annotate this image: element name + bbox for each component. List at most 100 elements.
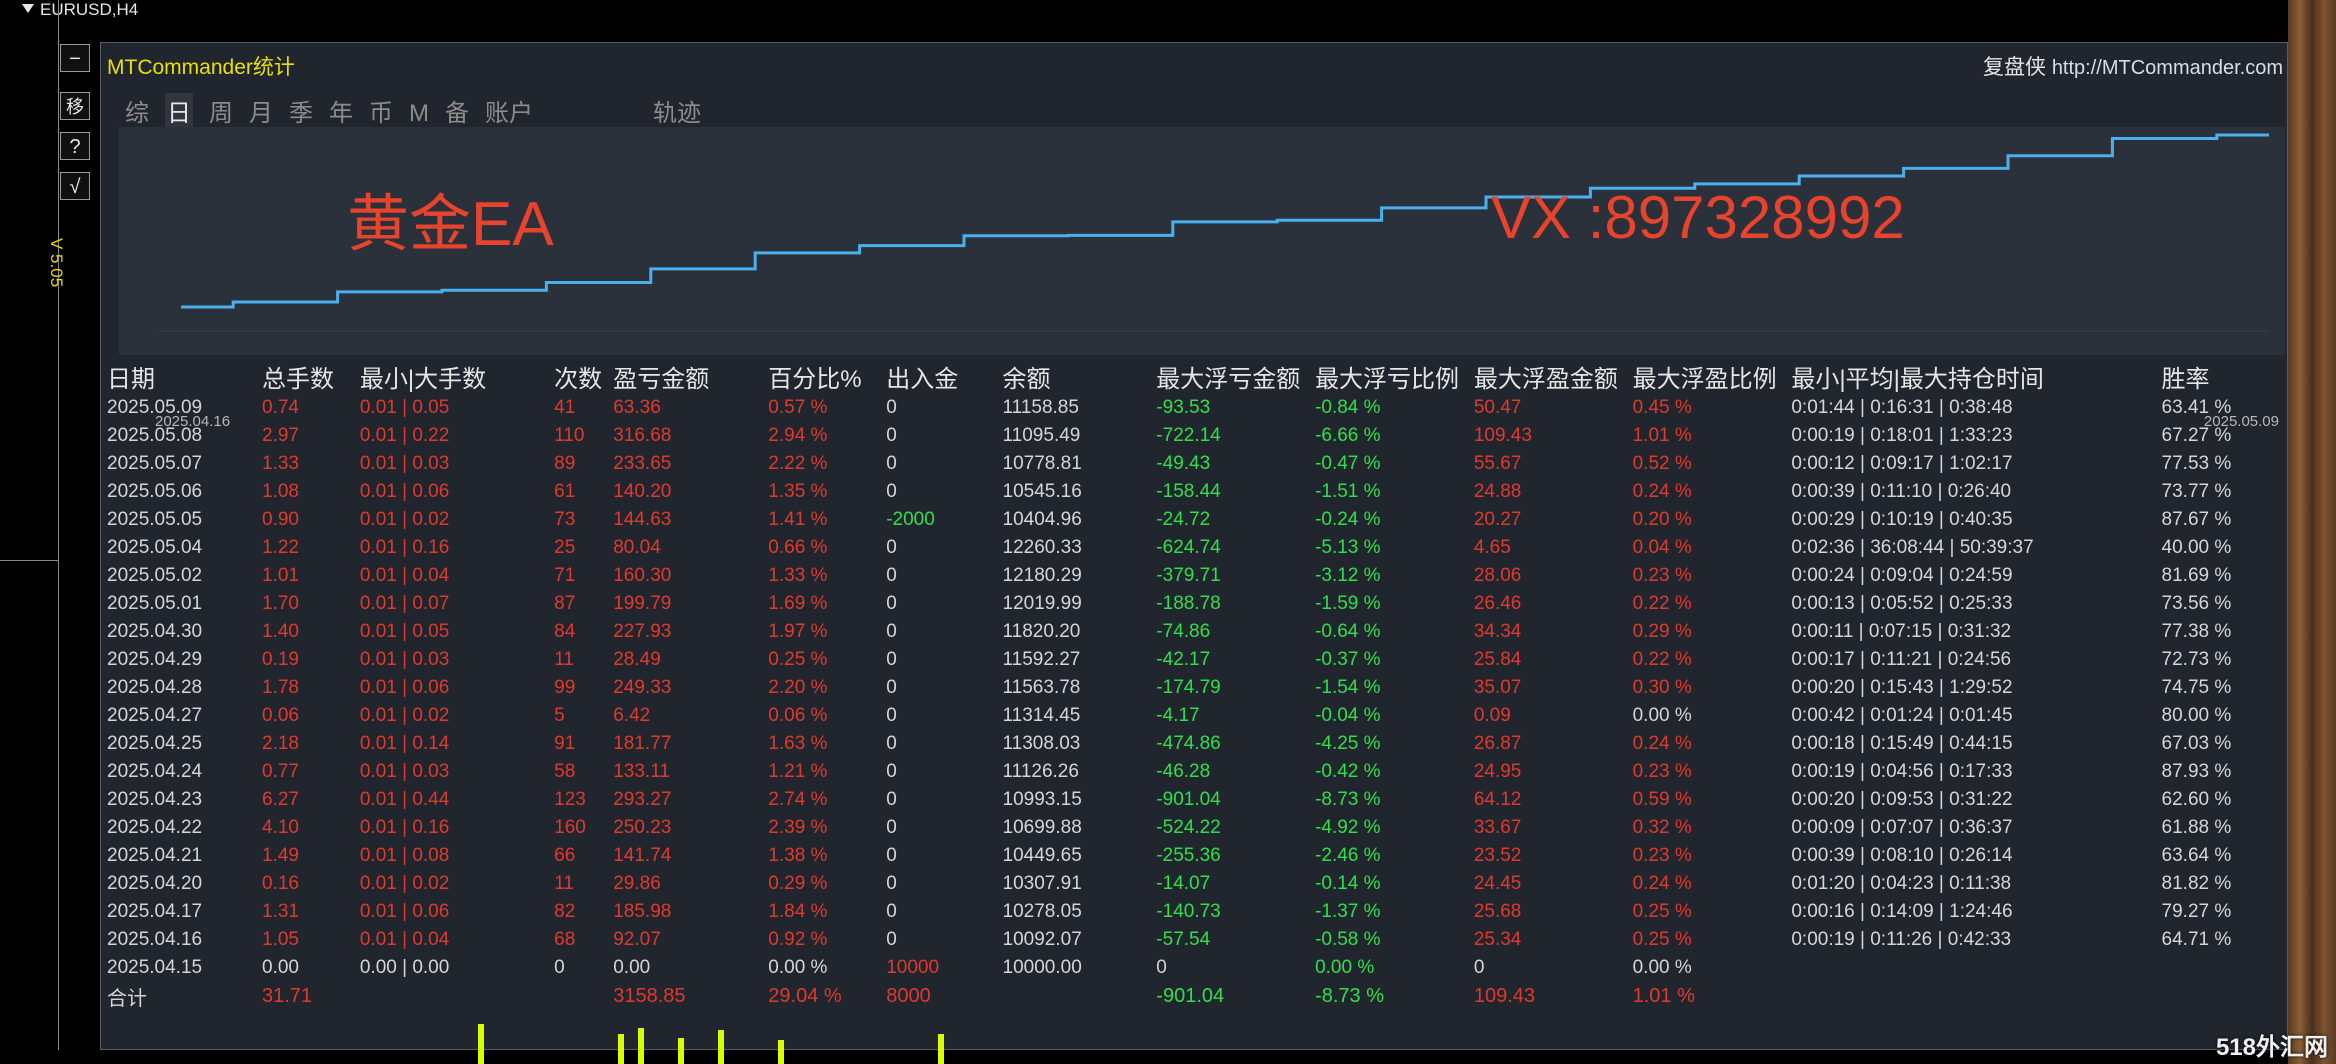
- table-cell: 2025.04.24: [107, 761, 203, 782]
- table-row[interactable]: 2025.04.28 1.78 0.01 | 0.06 99 249.33 2.20 % 0…: [107, 674, 2287, 702]
- tab-9[interactable]: 账户: [485, 93, 533, 128]
- table-row[interactable]: 2025.05.04 1.22 0.01 | 0.16 25 80.04 0.66 % 0 1…: [107, 534, 2287, 562]
- table-cell: 1.21 %: [768, 761, 828, 782]
- column-header[interactable]: 出入金: [886, 359, 1002, 394]
- column-header[interactable]: 总手数: [262, 359, 360, 394]
- tab-10[interactable]: 轨迹: [653, 93, 701, 128]
- table-row[interactable]: 2025.05.05 0.90 0.01 | 0.02 73 144.63 1.41 % -…: [107, 506, 2287, 534]
- table-cell: 61.88 %: [2161, 817, 2232, 838]
- table-cell: 81.69 %: [2161, 565, 2232, 586]
- table-cell: 0: [1473, 957, 1485, 978]
- table-cell: 67.27 %: [2161, 425, 2232, 446]
- tab-4[interactable]: 季: [289, 93, 313, 128]
- table-cell: 181.77: [613, 733, 672, 754]
- table-row[interactable]: 2025.05.01 1.70 0.01 | 0.07 87 199.79 1.69 % 0…: [107, 590, 2287, 618]
- table-total-row[interactable]: 合计 31.71 3158.85 29.04 % 8000 -901.04 -8.73 % 1…: [107, 982, 2287, 1011]
- table-cell: 0:00:39 | 0:11:10 | 0:26:40: [1791, 481, 2012, 502]
- daily-stats-table: 日期 总手数 最小|大手数 次数 盈亏金额 百分比% 出入金 余额 最大浮亏金额 最大浮亏比例 最大…: [107, 359, 2287, 1011]
- table-cell: 2025.04.28: [107, 677, 203, 698]
- table-cell: 24.45: [1473, 873, 1522, 894]
- tab-6[interactable]: 币: [369, 93, 393, 128]
- minimize-button[interactable]: −: [60, 44, 90, 72]
- table-row[interactable]: 2025.04.23 6.27 0.01 | 0.44 123 293.27 2.74 %…: [107, 786, 2287, 814]
- table-cell: 199.79: [613, 593, 672, 614]
- table-row[interactable]: 2025.04.22 4.10 0.01 | 0.16 160 250.23 2.39 %…: [107, 814, 2287, 842]
- move-button[interactable]: 移: [60, 92, 90, 120]
- table-cell: 0:00:16 | 0:14:09 | 1:24:46: [1791, 901, 2013, 922]
- table-row[interactable]: 2025.04.21 1.49 0.01 | 0.08 66 141.74 1.38 % 0…: [107, 842, 2287, 870]
- tab-1[interactable]: 日: [165, 93, 193, 128]
- table-row[interactable]: 2025.04.15 0.00 0.00 | 0.00 0 0.00 0.00 % 1000…: [107, 954, 2287, 982]
- table-cell: 0:00:20 | 0:15:43 | 1:29:52: [1791, 677, 2013, 698]
- dropdown-arrow-icon[interactable]: [22, 4, 34, 13]
- table-row[interactable]: 2025.04.30 1.40 0.01 | 0.05 84 227.93 1.97 % 0…: [107, 618, 2287, 646]
- brand-url[interactable]: http://MTCommander.com: [2052, 57, 2283, 79]
- confirm-button[interactable]: √: [60, 172, 90, 200]
- table-cell: 73: [554, 509, 576, 530]
- column-header[interactable]: 余额: [1003, 359, 1157, 394]
- table-row[interactable]: 2025.04.17 1.31 0.01 | 0.06 82 185.98 1.84 % 0…: [107, 898, 2287, 926]
- table-row[interactable]: 2025.05.02 1.01 0.01 | 0.04 71 160.30 1.33 % 0…: [107, 562, 2287, 590]
- table-cell: 1.70: [262, 593, 299, 614]
- column-header[interactable]: 最小|大手数: [360, 359, 554, 394]
- table-cell: -3.12 %: [1315, 565, 1381, 586]
- column-header[interactable]: 次数: [554, 359, 613, 394]
- tab-0[interactable]: 综: [125, 93, 149, 128]
- table-header: 日期 总手数 最小|大手数 次数 盈亏金额 百分比% 出入金 余额 最大浮亏金额 最大浮亏比例 最大…: [107, 359, 2287, 394]
- table-cell: 0:00:29 | 0:10:19 | 0:40:35: [1791, 509, 2013, 530]
- tab-2[interactable]: 周: [209, 93, 233, 128]
- tab-5[interactable]: 年: [329, 93, 353, 128]
- column-header[interactable]: 日期: [107, 359, 262, 394]
- overlay-vx-text: VX :897328992: [1491, 184, 1905, 251]
- table-cell: 0: [886, 593, 897, 614]
- table-cell: 1.01 %: [1632, 985, 1695, 1007]
- tab-3[interactable]: 月: [249, 93, 273, 128]
- table-cell: 80.00 %: [2161, 705, 2232, 726]
- table-cell: -4.92 %: [1315, 817, 1381, 838]
- table-cell: 10000: [886, 957, 940, 978]
- table-cell: 1.01 %: [1632, 425, 1692, 446]
- table-cell: 10545.16: [1002, 481, 1082, 502]
- column-header[interactable]: 百分比%: [768, 359, 886, 394]
- help-button[interactable]: ?: [60, 132, 90, 160]
- table-cell: 0: [886, 873, 897, 894]
- table-cell: 0.06: [262, 705, 299, 726]
- table-cell: 0.22 %: [1632, 649, 1692, 670]
- table-cell: 0.23 %: [1632, 565, 1692, 586]
- table-row[interactable]: 2025.05.08 2.97 0.01 | 0.22 110 316.68 2.94 %…: [107, 422, 2287, 450]
- table-row[interactable]: 2025.04.24 0.77 0.01 | 0.03 58 133.11 1.21 % 0…: [107, 758, 2287, 786]
- table-cell: 29.04 %: [768, 985, 842, 1007]
- column-header[interactable]: 最大浮盈比例: [1633, 359, 1792, 394]
- table-row[interactable]: 2025.05.06 1.08 0.01 | 0.06 61 140.20 1.35 % 0…: [107, 478, 2287, 506]
- table-cell: -1.59 %: [1315, 593, 1381, 614]
- brand-name: 复盘侠: [1982, 56, 2046, 79]
- table-row[interactable]: 2025.04.25 2.18 0.01 | 0.14 91 181.77 1.63 % 0…: [107, 730, 2287, 758]
- table-cell: 87: [554, 593, 576, 614]
- column-header[interactable]: 最大浮盈金额: [1474, 359, 1633, 394]
- table-cell: 0: [886, 733, 897, 754]
- table-cell: 2025.05.04: [107, 537, 203, 558]
- tab-8[interactable]: 备: [445, 93, 469, 128]
- table-cell: [2162, 954, 2287, 982]
- table-cell: 1.69 %: [768, 593, 828, 614]
- column-header[interactable]: 胜率: [2162, 359, 2287, 394]
- table-row[interactable]: 2025.04.29 0.19 0.01 | 0.03 11 28.49 0.25 % 0 1…: [107, 646, 2287, 674]
- table-cell: 0.01 | 0.16: [359, 817, 450, 838]
- table-cell: 0.45 %: [1632, 397, 1692, 418]
- table-cell: 23.52: [1473, 845, 1522, 866]
- table-row[interactable]: 2025.04.20 0.16 0.01 | 0.02 11 29.86 0.29 % 0 1…: [107, 870, 2287, 898]
- table-row[interactable]: 2025.04.16 1.05 0.01 | 0.04 68 92.07 0.92 % 0 1…: [107, 926, 2287, 954]
- column-header[interactable]: 最大浮亏比例: [1315, 359, 1474, 394]
- table-cell: 2025.04.25: [107, 733, 203, 754]
- tab-7[interactable]: M: [409, 100, 429, 128]
- table-cell: 0: [554, 957, 565, 978]
- table-row[interactable]: 2025.04.27 0.06 0.01 | 0.02 5 6.42 0.06 % 0 113…: [107, 702, 2287, 730]
- table-cell: 2.20 %: [768, 677, 828, 698]
- table-row[interactable]: 2025.05.07 1.33 0.01 | 0.03 89 233.65 2.22 % 0…: [107, 450, 2287, 478]
- column-header[interactable]: 盈亏金额: [613, 359, 768, 394]
- column-header[interactable]: 最大浮亏金额: [1156, 359, 1315, 394]
- column-header[interactable]: 最小|平均|最大持仓时间: [1791, 359, 2161, 394]
- table-row[interactable]: 2025.05.09 0.74 0.01 | 0.05 41 63.36 0.57 % 0 1…: [107, 394, 2287, 422]
- table-cell: 0: [886, 649, 897, 670]
- table-cell: 12260.33: [1002, 537, 1082, 558]
